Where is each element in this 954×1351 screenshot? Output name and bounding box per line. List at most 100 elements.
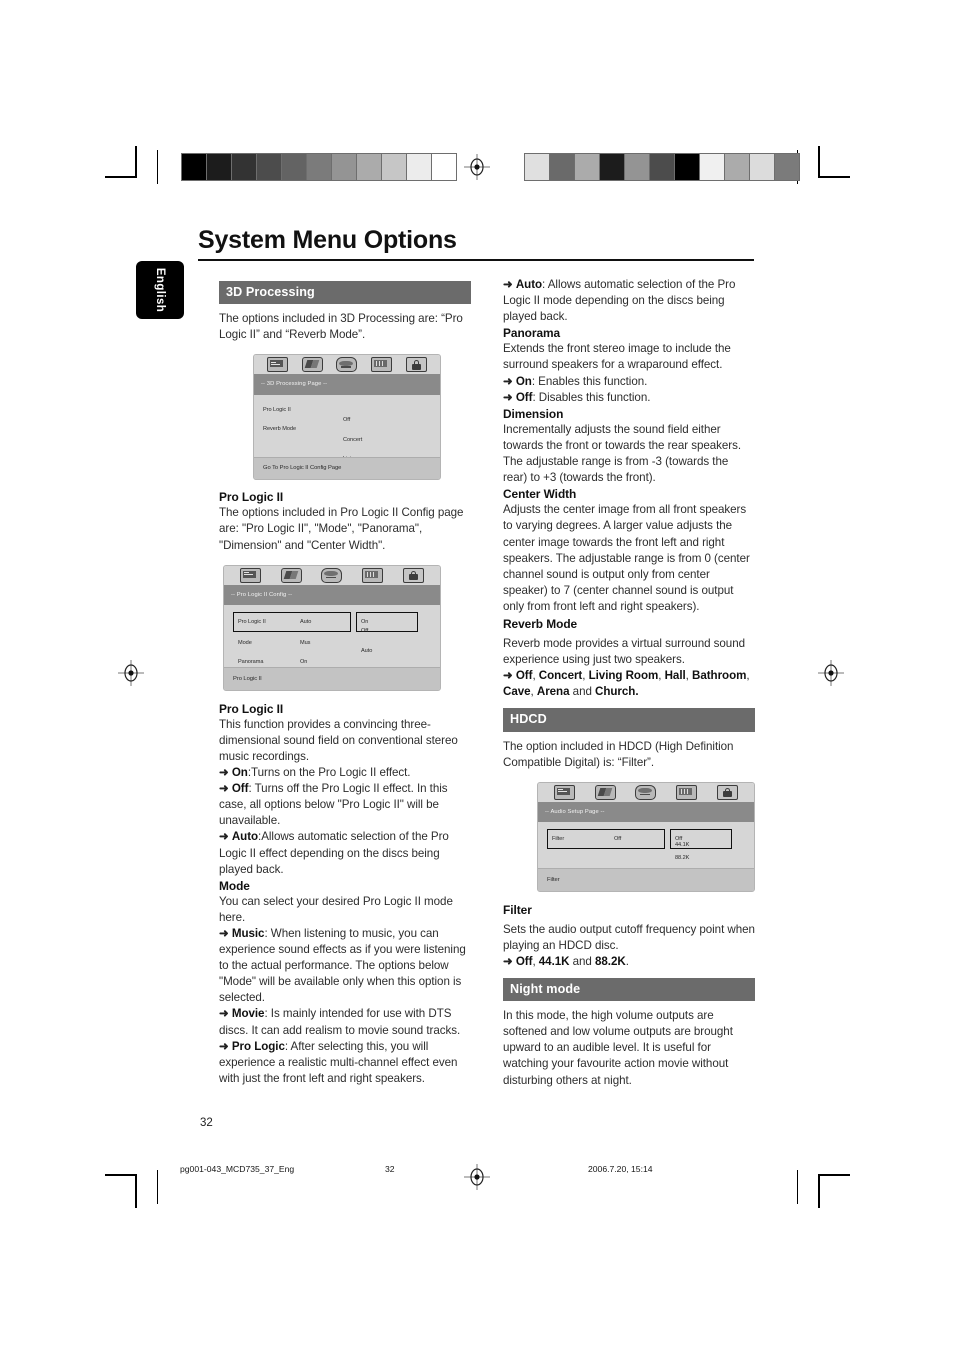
arrow-icon: ➜ <box>503 374 513 388</box>
osd-icon-bar <box>254 355 440 375</box>
arrow-icon: ➜ <box>219 1039 229 1053</box>
language-tab: English <box>136 261 184 319</box>
lock-icon <box>717 784 739 800</box>
osd-footer: Filter <box>538 868 754 891</box>
bullet-panorama-off: ➜ Off: Disables this function. <box>503 390 755 406</box>
bullet-panorama-on: ➜ On: Enables this function. <box>503 374 755 390</box>
osd-option: Off <box>343 417 351 424</box>
bullet-term: Auto <box>515 278 543 291</box>
osd-screenshot-pro-logic-ii-config: -- Pro Logic II Config -- Pro Logic II A… <box>223 564 441 691</box>
filter-options-line: ➜ Off, 44.1K and 88.2K. <box>503 955 629 968</box>
reverb-option: Off <box>515 669 533 683</box>
crop-mark-bottom-right-h <box>818 1174 850 1176</box>
footer-timestamp: 2006.7.20, 15:14 <box>588 1164 653 1174</box>
speaker-icon <box>594 784 616 800</box>
reverb-option: Living Room <box>588 669 659 683</box>
left-column: 3D Processing The options included in 3D… <box>219 281 471 1087</box>
osd-row-label: Mode <box>238 639 252 646</box>
paragraph-3d-intro: The options included in 3D Processing ar… <box>219 312 463 342</box>
paragraph-pro-logic-ii-config: The options included in Pro Logic II Con… <box>219 506 464 552</box>
bullet-pro-logic-on: ➜ On:Turns on the Pro Logic II effect. <box>219 765 471 781</box>
tv-icon <box>553 784 575 800</box>
bullet-term: Off <box>515 390 533 404</box>
bullet-mode-music: ➜ Music: When listening to music, you ca… <box>219 926 471 1006</box>
crop-mark-bottom-right-v <box>818 1176 820 1208</box>
arrow-icon: ➜ <box>219 782 229 796</box>
reverb-option: Bathroom <box>692 669 747 683</box>
osd-option-list: Off Auto <box>361 623 372 662</box>
reverb-option: Concert <box>538 669 583 683</box>
preference-icon <box>676 784 698 800</box>
sound-wave-icon <box>321 567 343 583</box>
footer-filename: pg001-043_MCD735_37_Eng <box>180 1164 295 1174</box>
crop-mark-bottom-left-h <box>105 1174 137 1176</box>
paragraph-dimension-desc: Incrementally adjusts the sound field ei… <box>503 422 742 485</box>
preference-icon <box>362 567 384 583</box>
bullet-mode-pro-logic: ➜ Pro Logic: After selecting this, you w… <box>219 1039 471 1087</box>
reverb-option: Arena <box>536 685 570 699</box>
paragraph-filter-desc: Sets the audio output cutoff frequency p… <box>503 922 755 952</box>
bullet-text: :Turns on the Pro Logic II effect. <box>247 766 411 780</box>
paragraph-panorama-desc: Extends the front stereo image to includ… <box>503 342 731 372</box>
heading-pro-logic-ii-config: Pro Logic II <box>219 490 284 505</box>
osd-option: 88.2K <box>675 854 690 861</box>
bullet-text: : Turns off the Pro Logic II effect. In … <box>219 782 448 828</box>
arrow-icon: ➜ <box>219 926 229 940</box>
paragraph-night-mode-desc: In this mode, the high volume outputs ar… <box>503 1009 733 1087</box>
osd-icon-bar <box>538 782 754 802</box>
paragraph-center-width-desc: Adjusts the center image from all front … <box>503 503 750 613</box>
lock-icon <box>403 567 425 583</box>
section-heading-hdcd: HDCD <box>503 708 755 732</box>
paragraph-pro-logic-ii-desc: This function provides a convincing thre… <box>219 717 458 763</box>
document-page: English System Menu Options 3D Processin… <box>0 0 954 1351</box>
bullet-text: : Enables this function. <box>531 374 648 388</box>
heading-mode: Mode <box>219 878 250 893</box>
paragraph-mode-desc: You can select your desired Pro Logic II… <box>219 894 453 924</box>
osd-body: Filter Off Off 44.1K 88.2K <box>538 822 754 861</box>
osd-screenshot-3d-processing: -- 3D Processing Page -- Pro Logic II Re… <box>253 354 441 481</box>
bullet-pro-logic-off: ➜ Off: Turns off the Pro Logic II effect… <box>219 781 471 829</box>
page-number: 32 <box>200 1117 213 1129</box>
right-column: ➜ Auto: Allows automatic selection of th… <box>503 277 755 1089</box>
filter-option: 44.1K <box>538 955 570 968</box>
osd-page-title: -- Pro Logic II Config -- <box>224 584 440 606</box>
section-heading-night-mode: Night mode <box>503 978 755 1002</box>
crop-mark-bottom-left-v2 <box>157 1170 159 1204</box>
bullet-text: : Disables this function. <box>532 390 651 404</box>
filter-option: 88.2K <box>595 955 626 968</box>
bullet-auto: ➜ Auto: Allows automatic selection of th… <box>503 277 755 325</box>
osd-row-label: Reverb Mode <box>263 426 297 433</box>
sound-wave-icon <box>336 357 358 373</box>
osd-page-title: -- Audio Setup Page -- <box>538 801 754 823</box>
heading-reverb-mode: Reverb Mode <box>503 616 578 631</box>
arrow-icon: ➜ <box>219 1007 229 1021</box>
osd-footer: Go To Pro Logic II Config Page <box>254 456 440 480</box>
reverb-option: Church. <box>595 685 639 699</box>
preference-icon <box>371 357 393 373</box>
bullet-term: On <box>515 374 532 388</box>
arrow-icon: ➜ <box>503 390 513 404</box>
crop-mark-bottom-left-v <box>135 1176 137 1208</box>
tv-icon <box>239 567 261 583</box>
filter-option: Off <box>515 955 533 968</box>
bullet-mode-movie: ➜ Movie: Is mainly intended for use with… <box>219 1006 471 1038</box>
arrow-icon: ➜ <box>219 830 229 844</box>
arrow-icon: ➜ <box>503 669 513 683</box>
osd-row-label: Filter <box>552 836 565 843</box>
arrow-icon: ➜ <box>503 278 513 291</box>
speaker-icon <box>301 357 323 373</box>
reverb-option: Hall <box>664 669 686 683</box>
reverb-options-line: ➜ Off, Concert, Living Room, Hall, Bathr… <box>503 669 750 699</box>
osd-body: Pro Logic II Reverb Mode Off Concert Liv… <box>254 395 440 479</box>
footer-page-number: 32 <box>385 1164 395 1174</box>
section-heading-3d-processing: 3D Processing <box>219 281 471 305</box>
bullet-term: Auto <box>231 830 259 844</box>
osd-option: Off <box>361 628 369 635</box>
heading-pro-logic-ii: Pro Logic II <box>219 701 284 716</box>
arrow-icon: ➜ <box>503 955 513 968</box>
osd-icon-bar <box>224 565 440 585</box>
osd-row-highlighted: Pro Logic II Auto <box>233 612 351 633</box>
osd-footer: Pro Logic II <box>224 667 440 690</box>
registration-target-bottom <box>464 1164 490 1190</box>
lock-icon <box>406 357 428 373</box>
